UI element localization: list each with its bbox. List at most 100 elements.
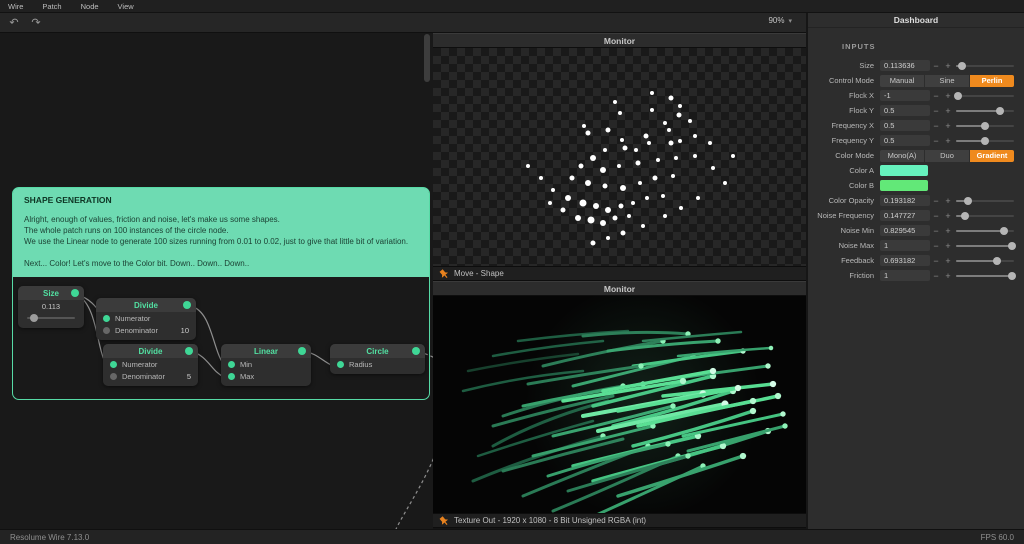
value-slider[interactable] bbox=[956, 120, 1014, 131]
value-slider[interactable] bbox=[956, 210, 1014, 221]
menu-wire[interactable]: Wire bbox=[8, 2, 23, 11]
input-port-dot[interactable] bbox=[110, 373, 117, 380]
increment-button[interactable]: + bbox=[942, 226, 954, 236]
input-port-dot[interactable] bbox=[228, 361, 235, 368]
redo-icon[interactable]: ↷ bbox=[28, 16, 44, 29]
color-swatch[interactable] bbox=[880, 180, 928, 191]
zoom-level-dropdown[interactable]: 90% ▾ bbox=[768, 16, 792, 25]
output-port-dot[interactable] bbox=[298, 347, 306, 355]
value-field[interactable]: 0.693182 bbox=[880, 255, 930, 266]
increment-button[interactable]: + bbox=[942, 106, 954, 116]
decrement-button[interactable]: − bbox=[930, 211, 942, 221]
slider-knob[interactable] bbox=[981, 122, 989, 130]
segment-option-manual[interactable]: Manual bbox=[880, 75, 925, 87]
value-field[interactable]: 0.5 bbox=[880, 105, 930, 116]
slider-knob[interactable] bbox=[1008, 272, 1016, 280]
segment-option-duo[interactable]: Duo bbox=[925, 150, 970, 162]
increment-button[interactable]: + bbox=[942, 136, 954, 146]
increment-button[interactable]: + bbox=[942, 211, 954, 221]
slider-knob[interactable] bbox=[1000, 227, 1008, 235]
slider-knob[interactable] bbox=[993, 257, 1001, 265]
increment-button[interactable]: + bbox=[942, 256, 954, 266]
slider-knob[interactable] bbox=[1008, 242, 1016, 250]
decrement-button[interactable]: − bbox=[930, 136, 942, 146]
particle-dot bbox=[693, 154, 697, 158]
canvas-scrollbar-thumb[interactable] bbox=[424, 34, 430, 82]
increment-button[interactable]: + bbox=[942, 91, 954, 101]
slider-knob[interactable] bbox=[958, 62, 966, 70]
node-divide-1[interactable]: DivideNumeratorDenominator10 bbox=[96, 298, 196, 340]
segment-option-gradient[interactable]: Gradient bbox=[970, 150, 1014, 162]
menu-view[interactable]: View bbox=[118, 2, 134, 11]
node-divide-2[interactable]: DivideNumeratorDenominator5 bbox=[103, 344, 198, 386]
node-slider[interactable] bbox=[27, 312, 75, 324]
value-field[interactable]: 0.5 bbox=[880, 120, 930, 131]
node-circle-4[interactable]: CircleRadius bbox=[330, 344, 425, 374]
slider-knob[interactable] bbox=[954, 92, 962, 100]
increment-button[interactable]: + bbox=[942, 271, 954, 281]
input-port-dot[interactable] bbox=[103, 327, 110, 334]
undo-icon[interactable]: ↶ bbox=[6, 16, 22, 29]
slider-knob[interactable] bbox=[964, 197, 972, 205]
value-slider[interactable] bbox=[956, 195, 1014, 206]
dashboard-row-flock-y: Flock Y0.5−+ bbox=[808, 103, 1024, 118]
increment-button[interactable]: + bbox=[942, 241, 954, 251]
monitor-bottom-header[interactable]: Monitor bbox=[433, 281, 806, 296]
output-port-dot[interactable] bbox=[412, 347, 420, 355]
move-shape-bar[interactable]: Move - Shape bbox=[433, 266, 806, 281]
monitor-top-header[interactable]: Monitor bbox=[433, 33, 806, 48]
segment-option-perlin[interactable]: Perlin bbox=[970, 75, 1014, 87]
input-port-dot[interactable] bbox=[228, 373, 235, 380]
decrement-button[interactable]: − bbox=[930, 196, 942, 206]
input-port-dot[interactable] bbox=[337, 361, 344, 368]
increment-button[interactable]: + bbox=[942, 61, 954, 71]
input-port-dot[interactable] bbox=[110, 361, 117, 368]
value-slider[interactable] bbox=[956, 135, 1014, 146]
decrement-button[interactable]: − bbox=[930, 121, 942, 131]
value-field[interactable]: 0.5 bbox=[880, 135, 930, 146]
slider-fill bbox=[956, 275, 1012, 278]
segment-option-sine[interactable]: Sine bbox=[925, 75, 970, 87]
value-field[interactable]: 1 bbox=[880, 270, 930, 281]
output-port-dot[interactable] bbox=[185, 347, 193, 355]
decrement-button[interactable]: − bbox=[930, 271, 942, 281]
value-slider[interactable] bbox=[956, 105, 1014, 116]
node-slider-knob[interactable] bbox=[30, 314, 38, 322]
slider-knob[interactable] bbox=[996, 107, 1004, 115]
output-port-dot[interactable] bbox=[183, 301, 191, 309]
increment-button[interactable]: + bbox=[942, 196, 954, 206]
slider-knob[interactable] bbox=[981, 137, 989, 145]
decrement-button[interactable]: − bbox=[930, 61, 942, 71]
input-port-dot[interactable] bbox=[103, 315, 110, 322]
value-field[interactable]: 1 bbox=[880, 240, 930, 251]
segmented-control: Mono(A)DuoGradient bbox=[880, 150, 1014, 162]
increment-button[interactable]: + bbox=[942, 121, 954, 131]
menu-patch[interactable]: Patch bbox=[42, 2, 61, 11]
particle-dot bbox=[606, 236, 610, 240]
node-size-0[interactable]: Size0.113 bbox=[18, 286, 84, 328]
decrement-button[interactable]: − bbox=[930, 91, 942, 101]
decrement-button[interactable]: − bbox=[930, 256, 942, 266]
output-port-dot[interactable] bbox=[71, 289, 79, 297]
node-linear-3[interactable]: LinearMinMax bbox=[221, 344, 311, 386]
decrement-button[interactable]: − bbox=[930, 241, 942, 251]
decrement-button[interactable]: − bbox=[930, 106, 942, 116]
value-field[interactable]: 0.113636 bbox=[880, 60, 930, 71]
value-slider[interactable] bbox=[956, 255, 1014, 266]
slider-knob[interactable] bbox=[961, 212, 969, 220]
texture-out-bar[interactable]: Texture Out - 1920 x 1080 - 8 Bit Unsign… bbox=[433, 513, 806, 528]
value-slider[interactable] bbox=[956, 225, 1014, 236]
value-slider[interactable] bbox=[956, 60, 1014, 71]
value-slider[interactable] bbox=[956, 270, 1014, 281]
value-field[interactable]: 0.147727 bbox=[880, 210, 930, 221]
value-field[interactable]: 0.193182 bbox=[880, 195, 930, 206]
color-swatch[interactable] bbox=[880, 165, 928, 176]
menu-node[interactable]: Node bbox=[81, 2, 99, 11]
value-field[interactable]: -1 bbox=[880, 90, 930, 101]
value-slider[interactable] bbox=[956, 240, 1014, 251]
segment-option-mono-a-[interactable]: Mono(A) bbox=[880, 150, 925, 162]
particle-dot bbox=[600, 220, 606, 226]
decrement-button[interactable]: − bbox=[930, 226, 942, 236]
value-field[interactable]: 0.829545 bbox=[880, 225, 930, 236]
value-slider[interactable] bbox=[956, 90, 1014, 101]
